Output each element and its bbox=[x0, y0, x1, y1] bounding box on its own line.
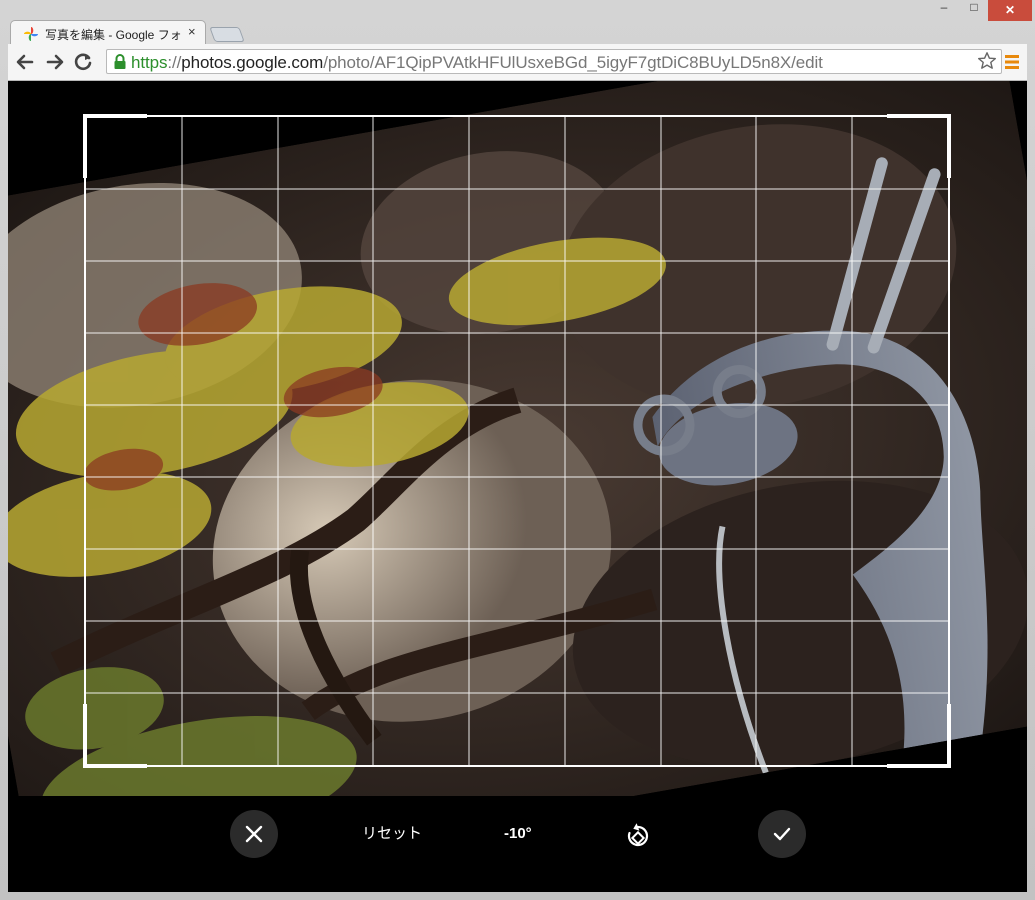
address-bar[interactable]: https://photos.google.com/photo/AF1QipPV… bbox=[106, 49, 1002, 74]
crop-frame[interactable] bbox=[83, 114, 951, 768]
edit-toolbar: リセット -10° bbox=[8, 796, 1027, 892]
bookmark-star-icon[interactable] bbox=[977, 51, 997, 71]
lock-icon bbox=[114, 54, 126, 69]
tab-title: 写真を編集 - Google フォト bbox=[45, 28, 185, 42]
new-tab-button[interactable] bbox=[209, 27, 245, 42]
check-icon bbox=[773, 827, 791, 841]
crop-handle-top-left-vertical[interactable] bbox=[83, 114, 87, 178]
reload-icon[interactable] bbox=[72, 51, 94, 73]
cancel-button[interactable] bbox=[230, 810, 278, 858]
url-host: photos.google.com bbox=[181, 53, 324, 72]
url-text: https://photos.google.com/photo/AF1QipPV… bbox=[131, 53, 823, 73]
rotation-angle: -10° bbox=[504, 825, 532, 842]
url-path: /photo/AF1QipPVAtkHFUlUsxeBGd_5igyF7gtDi… bbox=[323, 53, 823, 72]
close-window-button[interactable]: ✕ bbox=[988, 0, 1032, 21]
minimize-button[interactable]: ‒ bbox=[928, 0, 960, 20]
url-scheme: https bbox=[131, 53, 168, 72]
reset-button[interactable]: リセット bbox=[362, 822, 422, 843]
google-photos-icon bbox=[24, 27, 38, 41]
crop-handle-bottom-right-vertical[interactable] bbox=[947, 704, 951, 768]
crop-handle-top-right-vertical[interactable] bbox=[947, 114, 951, 178]
close-icon bbox=[245, 825, 263, 843]
back-arrow-icon[interactable] bbox=[14, 51, 36, 73]
tab-strip: 写真を編集 - Google フォト × ‒ □ ✕ bbox=[0, 0, 1035, 46]
forward-arrow-icon[interactable] bbox=[44, 51, 66, 73]
crop-handle-bottom-left[interactable] bbox=[83, 764, 147, 768]
tab-close-icon[interactable]: × bbox=[188, 24, 196, 39]
browser-toolbar: https://photos.google.com/photo/AF1QipPV… bbox=[8, 44, 1027, 81]
crop-grid bbox=[86, 117, 948, 765]
crop-handle-bottom-right[interactable] bbox=[887, 764, 951, 768]
crop-handle-top-right[interactable] bbox=[887, 114, 951, 118]
browser-window: 写真を編集 - Google フォト × ‒ □ ✕ https://photo… bbox=[0, 0, 1035, 900]
confirm-button[interactable] bbox=[758, 810, 806, 858]
url-separator: :// bbox=[167, 53, 182, 72]
crop-handle-bottom-left-vertical[interactable] bbox=[83, 704, 87, 768]
rotate-icon[interactable] bbox=[624, 822, 652, 850]
maximize-button[interactable]: □ bbox=[960, 0, 988, 20]
tab-google-photos[interactable]: 写真を編集 - Google フォト × bbox=[10, 20, 206, 46]
photo-editor: リセット -10° bbox=[8, 81, 1027, 892]
chrome-menu-icon[interactable] bbox=[1004, 53, 1020, 71]
crop-handle-top-left[interactable] bbox=[83, 114, 147, 118]
